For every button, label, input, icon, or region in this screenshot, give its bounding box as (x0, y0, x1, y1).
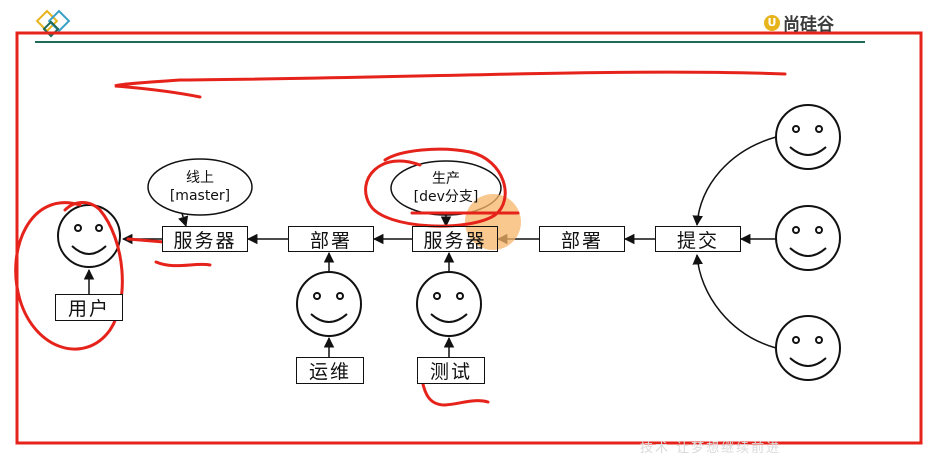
brand-mark: U (764, 14, 780, 31)
smiley-face-icon (296, 271, 362, 337)
bubble-mid-line2: [dev分支] (413, 189, 479, 205)
bubble-mid-line1: 生产 (432, 171, 460, 187)
ops-box: 运维 (296, 357, 364, 384)
footer-watermark: 技术 让梦想继续前进 (640, 441, 782, 456)
bubble-left-line2: [master] (169, 188, 231, 204)
brand-logo: U 尚硅谷 (764, 10, 834, 35)
brand-name: 尚硅谷 (783, 15, 834, 35)
bubble-left-line1: 线上 (186, 170, 214, 186)
deploy-box-right: 部署 (539, 226, 625, 252)
server-box-left: 服务器 (162, 226, 248, 252)
user-box: 用户 (55, 294, 123, 321)
bubble-left: 线上 [master] (150, 161, 250, 213)
smiley-face-icon (775, 315, 841, 381)
smiley-face-icon (57, 204, 121, 268)
test-box: 测试 (417, 357, 485, 384)
red-arrow-annotation (114, 70, 787, 99)
bubble-mid: 生产 [dev分支] (393, 162, 499, 214)
smiley-face-icon (775, 104, 841, 170)
commit-box: 提交 (655, 226, 741, 252)
smiley-face-icon (416, 271, 482, 337)
server-box-mid: 服务器 (412, 226, 498, 252)
smiley-face-icon (775, 205, 841, 271)
deploy-box-left: 部署 (288, 226, 374, 252)
